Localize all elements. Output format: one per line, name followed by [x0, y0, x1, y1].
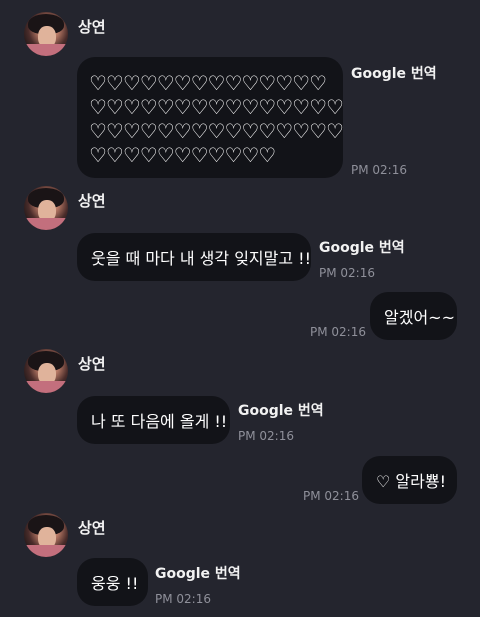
outgoing-message-bubble[interactable]: 알겠어~~: [370, 292, 457, 340]
sender-name: 상연: [78, 192, 106, 210]
sender-name: 상연: [78, 355, 106, 373]
sender-avatar[interactable]: [24, 349, 68, 393]
chat-window: 상연 ♡♡♡♡♡♡♡♡♡♡♡♡♡♡ ♡♡♡♡♡♡♡♡♡♡♡♡♡♡♡ ♡♡♡♡♡♡…: [0, 0, 480, 617]
sender-name: 상연: [78, 519, 106, 537]
sender-avatar[interactable]: [24, 513, 68, 557]
message-time: PM 02:16: [351, 163, 407, 177]
hearts-line: ♡♡♡♡♡♡♡♡♡♡♡: [89, 143, 276, 167]
message-bubble[interactable]: 웃을 때 마다 내 생각 잊지말고 !!: [77, 233, 311, 281]
message-time: PM 02:16: [303, 489, 359, 503]
sender-name: 상연: [78, 18, 106, 36]
message-time: PM 02:16: [310, 325, 366, 339]
google-translate-link[interactable]: Google 번역: [319, 237, 405, 257]
outgoing-message-bubble[interactable]: ♡ 알라뿅!: [362, 456, 457, 504]
sender-avatar[interactable]: [24, 186, 68, 230]
message-time: PM 02:16: [319, 266, 375, 280]
google-translate-link[interactable]: Google 번역: [155, 563, 241, 583]
message-bubble[interactable]: 웅웅 !!: [77, 558, 148, 606]
hearts-line: ♡♡♡♡♡♡♡♡♡♡♡♡♡♡♡: [89, 95, 344, 119]
message-time: PM 02:16: [238, 429, 294, 443]
message-bubble[interactable]: 나 또 다음에 올게 !!: [77, 396, 230, 444]
hearts-line: ♡♡♡♡♡♡♡♡♡♡♡♡♡♡: [89, 71, 327, 95]
message-time: PM 02:16: [155, 592, 211, 606]
sender-avatar[interactable]: [24, 12, 68, 56]
message-bubble[interactable]: ♡♡♡♡♡♡♡♡♡♡♡♡♡♡ ♡♡♡♡♡♡♡♡♡♡♡♡♡♡♡ ♡♡♡♡♡♡♡♡♡…: [77, 57, 344, 178]
hearts-line: ♡♡♡♡♡♡♡♡♡♡♡♡♡♡♡: [89, 119, 344, 143]
google-translate-link[interactable]: Google 번역: [351, 63, 437, 83]
google-translate-link[interactable]: Google 번역: [238, 400, 324, 420]
